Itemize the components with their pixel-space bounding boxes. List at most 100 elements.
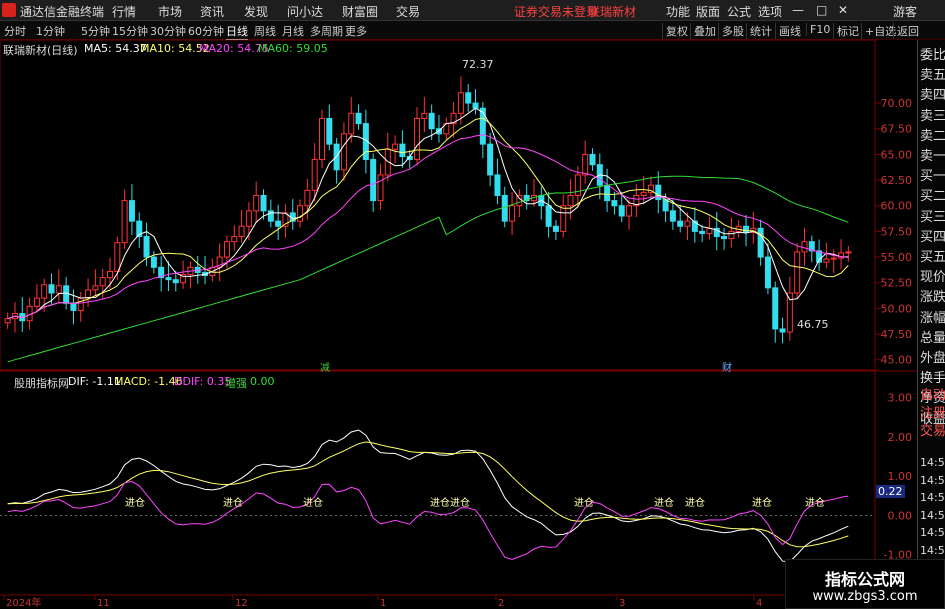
side-label: 卖三	[920, 108, 945, 124]
side-label: 卖一	[920, 149, 945, 164]
candle-body	[172, 279, 179, 284]
y-tick-label: 60.00	[881, 200, 913, 213]
legend-ma60: MA60: 59.05	[258, 42, 328, 55]
candle-body	[574, 174, 581, 196]
candle-body	[779, 328, 786, 333]
candle-body	[772, 287, 779, 330]
candle-body	[465, 92, 472, 104]
candle-body	[611, 200, 618, 207]
x-tick-label: 11	[97, 598, 110, 609]
candle-body	[121, 200, 128, 244]
candle-body	[428, 112, 435, 130]
side-label: 14:56	[920, 508, 945, 522]
candle-body	[743, 225, 749, 233]
candle-body	[728, 230, 735, 240]
side-label: 14:56	[920, 543, 945, 557]
candle-body	[231, 236, 238, 243]
candle-body	[721, 236, 728, 240]
candle-body	[311, 159, 318, 191]
candle-body	[560, 205, 567, 232]
x-tick-label: 2	[498, 598, 504, 609]
candle-body	[41, 284, 48, 299]
candle-body	[545, 205, 552, 227]
legend-macd: MACD: -1.46	[114, 375, 183, 388]
main-chart-title: 联瑞新材(日线)	[3, 44, 78, 57]
side-label: 买二	[920, 189, 945, 205]
buy-signal-tag: 进仓	[685, 496, 705, 509]
candle-body	[326, 117, 333, 145]
y-tick-label: 50.00	[881, 302, 913, 315]
x-tick-label: 4	[756, 598, 762, 609]
candle-body	[223, 241, 230, 258]
y-tick-label: 47.50	[881, 328, 913, 341]
candle-body	[640, 191, 647, 196]
candle-body	[370, 159, 377, 202]
candle-body	[757, 227, 764, 258]
candle-body	[63, 285, 70, 304]
sub-chart-title: 股朋指标网	[14, 377, 69, 390]
x-tick-label: 2024年	[6, 596, 41, 609]
side-label[interactable]: 自动	[920, 384, 945, 403]
candle-body	[618, 205, 625, 217]
candle-body	[830, 257, 837, 260]
buy-signal-tag: 进仓	[805, 496, 825, 509]
buy-signal-tag: 进仓	[223, 496, 243, 509]
y-tick-label: 55.00	[881, 251, 913, 264]
side-label: 现价	[920, 270, 945, 286]
side-label[interactable]: 交易	[920, 420, 945, 439]
candle-body	[823, 258, 830, 263]
side-label[interactable]: 注册	[920, 402, 945, 421]
candle-body	[392, 143, 399, 150]
candle-body	[604, 184, 611, 202]
side-label: 外盘	[920, 351, 945, 366]
candle-body	[238, 225, 245, 238]
buy-signal-tag: 进仓	[303, 496, 323, 509]
candle-body	[92, 285, 99, 291]
buy-signal-tag: 进仓	[450, 496, 470, 509]
buy-signal-tag: 进仓	[430, 496, 450, 509]
low-price-label: 46.75	[797, 318, 829, 331]
x-tick-label: 3	[619, 598, 625, 609]
candle-body	[626, 205, 633, 217]
sub-y-tick-label: 2.00	[888, 431, 913, 444]
side-label: 卖四	[920, 88, 945, 104]
price-chart[interactable]: 70.00 67.50 65.00 62.50 60.00 57.50 55.00 52.50…	[0, 0, 945, 609]
candle-body	[582, 153, 589, 176]
candle-body	[128, 200, 135, 222]
y-tick-label: 52.50	[881, 277, 913, 290]
buy-signal-tag: 进仓	[125, 496, 145, 509]
sub-y-tick-label: 3.00	[888, 392, 913, 405]
candle-body	[143, 236, 150, 258]
candle-body	[764, 256, 771, 289]
candle-body	[421, 112, 428, 119]
y-tick-label: 57.50	[881, 225, 913, 238]
high-price-label: 72.37	[462, 58, 494, 71]
side-label: 买五	[920, 250, 945, 265]
candle-body	[33, 297, 40, 307]
legend-ma5: MA5: 54.37	[84, 42, 147, 55]
dif-line	[7, 429, 849, 563]
side-label: 14:55	[920, 456, 945, 469]
candle-body	[377, 174, 384, 202]
side-label: 涨跌	[920, 290, 945, 306]
y-tick-label: 70.00	[881, 97, 913, 110]
quote-side-panel: 委比 卖五 卖四 卖三 卖二 卖一 买一 买二 买三 买四 买五 现价 涨跌 涨幅 总量 外盘 换手 净资 收益 自动…	[917, 40, 945, 609]
candle-body	[319, 117, 325, 161]
candle-body	[245, 210, 252, 227]
candle-body	[516, 194, 523, 207]
candle-body	[845, 251, 852, 254]
candle-body	[48, 284, 55, 294]
candle-body	[567, 194, 574, 207]
buy-signal-tag: 进仓	[752, 496, 772, 509]
candle-body	[275, 220, 282, 227]
candle-body	[479, 107, 486, 145]
marker-reduce: 减	[320, 363, 330, 374]
legend-ddif: DDIF: 0.35	[174, 375, 232, 388]
legend-enhance: 增强	[225, 377, 247, 390]
ddif-line	[7, 480, 849, 561]
candle-body	[70, 302, 77, 311]
side-label: 买三	[920, 209, 945, 225]
candle-body	[457, 92, 464, 114]
y-tick-label: 65.00	[881, 148, 913, 161]
candle-body	[677, 220, 684, 227]
